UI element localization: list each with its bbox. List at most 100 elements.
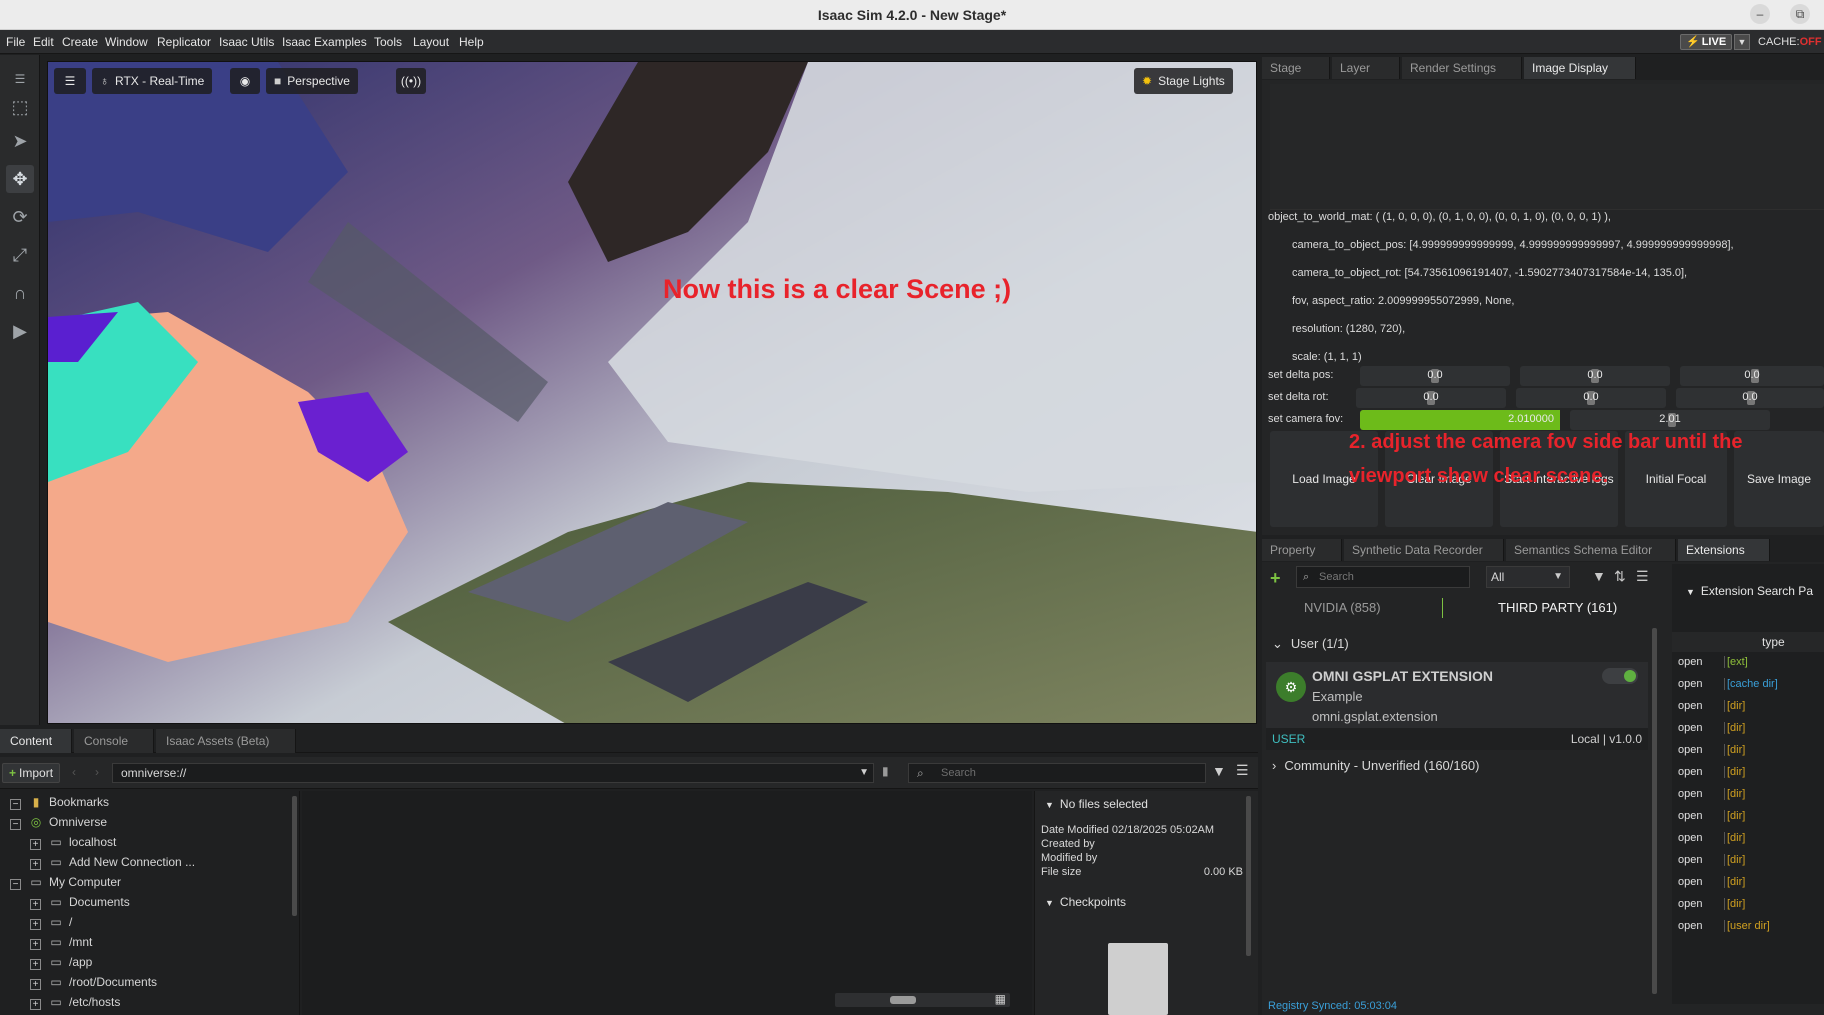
- expand-icon[interactable]: +: [30, 999, 41, 1010]
- snap-magnet-icon[interactable]: ∩: [6, 279, 34, 307]
- tab-synthetic-data-recorder[interactable]: Synthetic Data Recorder: [1344, 539, 1504, 561]
- tree-item-add-connection[interactable]: + ▭ Add New Connection ...: [30, 853, 195, 871]
- open-path-button[interactable]: open: [1678, 656, 1718, 674]
- forward-arrow-icon[interactable]: ›: [95, 765, 99, 779]
- open-path-button[interactable]: open: [1678, 678, 1718, 696]
- open-path-button[interactable]: open: [1678, 722, 1718, 740]
- extensions-scrollbar[interactable]: [1652, 628, 1657, 994]
- tree-scrollbar[interactable]: [292, 796, 297, 916]
- info-scrollbar[interactable]: [1246, 796, 1251, 956]
- expand-icon[interactable]: +: [30, 899, 41, 910]
- scrollbar-thumb[interactable]: [890, 996, 916, 1004]
- expand-icon[interactable]: +: [30, 919, 41, 930]
- delta-pos-y-slider[interactable]: 0.0: [1520, 366, 1670, 386]
- grid-view-icon[interactable]: ▦: [995, 992, 1006, 1006]
- menu-replicator[interactable]: Replicator: [157, 35, 211, 49]
- tree-item-etc-hosts[interactable]: + ▭ /etc/hosts: [30, 993, 120, 1011]
- delta-rot-z-slider[interactable]: 0.0: [1676, 388, 1824, 408]
- camera-button[interactable]: ■ Perspective: [266, 68, 358, 94]
- open-path-button[interactable]: open: [1678, 766, 1718, 784]
- tab-content[interactable]: Content: [0, 729, 72, 753]
- open-path-button[interactable]: open: [1678, 876, 1718, 894]
- open-path-button[interactable]: open: [1678, 898, 1718, 916]
- play-icon[interactable]: ▶: [6, 317, 34, 345]
- move-tool-icon[interactable]: ✥: [6, 165, 34, 193]
- collapse-icon[interactable]: −: [10, 799, 21, 810]
- content-search-input[interactable]: ⌕ Search: [908, 763, 1206, 783]
- collapse-icon[interactable]: −: [10, 879, 21, 890]
- tab-semantics-schema-editor[interactable]: Semantics Schema Editor: [1506, 539, 1676, 561]
- tree-item-root[interactable]: + ▭ /: [30, 913, 72, 931]
- extension-filter-select[interactable]: All ▼: [1486, 566, 1570, 588]
- menu-help[interactable]: Help: [459, 35, 484, 49]
- search-paths-header[interactable]: ▼ Extension Search Pa: [1686, 584, 1813, 598]
- tab-console[interactable]: Console: [74, 729, 154, 753]
- extension-search-input[interactable]: ⌕ Search: [1296, 566, 1470, 588]
- checkpoints-header[interactable]: ▼ Checkpoints: [1045, 895, 1126, 909]
- menu-icon[interactable]: ☰: [1236, 762, 1249, 779]
- maximize-button[interactable]: ⧉: [1790, 4, 1810, 24]
- expand-icon[interactable]: +: [30, 979, 41, 990]
- tree-item-my-computer[interactable]: − ▭ My Computer: [10, 873, 121, 891]
- tree-item-bookmarks[interactable]: − ▮ Bookmarks: [10, 793, 109, 811]
- collapse-arrow-icon[interactable]: ▼: [1045, 898, 1054, 908]
- menu-window[interactable]: Window: [105, 35, 148, 49]
- tree-item-omniverse[interactable]: − ◎ Omniverse: [10, 813, 107, 831]
- menu-layout[interactable]: Layout: [413, 35, 449, 49]
- delta-rot-y-slider[interactable]: 0.0: [1516, 388, 1666, 408]
- expand-icon[interactable]: +: [30, 839, 41, 850]
- select-arrow-icon[interactable]: ➤: [6, 127, 34, 155]
- minimize-button[interactable]: –: [1750, 4, 1770, 24]
- extension-enable-toggle[interactable]: [1602, 668, 1638, 684]
- delta-pos-x-slider[interactable]: 0.0: [1360, 366, 1510, 386]
- open-path-button[interactable]: open: [1678, 788, 1718, 806]
- group-community[interactable]: › Community - Unverified (160/160): [1272, 758, 1479, 773]
- delta-rot-x-slider[interactable]: 0.0: [1356, 388, 1506, 408]
- expand-icon[interactable]: +: [30, 939, 41, 950]
- tab-render-settings[interactable]: Render Settings: [1402, 57, 1522, 79]
- rotate-tool-icon[interactable]: ⟳: [6, 203, 34, 231]
- menu-tools[interactable]: Tools: [374, 35, 402, 49]
- tab-image-display[interactable]: Image Display: [1524, 57, 1636, 79]
- tree-item-documents[interactable]: + ▭ Documents: [30, 893, 130, 911]
- path-dropdown-icon[interactable]: ▼: [859, 764, 869, 782]
- select-mode-icon[interactable]: ⬚: [6, 93, 34, 121]
- expand-icon[interactable]: +: [30, 959, 41, 970]
- tree-item-root-documents[interactable]: + ▭ /root/Documents: [30, 973, 157, 991]
- tab-property[interactable]: Property: [1262, 539, 1342, 561]
- menu-edit[interactable]: Edit: [33, 35, 54, 49]
- open-path-button[interactable]: open: [1678, 700, 1718, 718]
- open-path-button[interactable]: open: [1678, 744, 1718, 762]
- visibility-button[interactable]: ◉: [230, 68, 260, 94]
- open-path-button[interactable]: open: [1678, 832, 1718, 850]
- add-extension-icon[interactable]: +: [1270, 568, 1281, 589]
- tree-item-mnt[interactable]: + ▭ /mnt: [30, 933, 92, 951]
- collapse-icon[interactable]: −: [10, 819, 21, 830]
- source-tab-nvidia[interactable]: NVIDIA (858): [1304, 600, 1381, 615]
- open-path-button[interactable]: open: [1678, 810, 1718, 828]
- open-path-button[interactable]: open: [1678, 920, 1718, 938]
- scale-tool-icon[interactable]: ⤢: [6, 241, 34, 269]
- back-arrow-icon[interactable]: ‹: [72, 765, 76, 779]
- tab-stage[interactable]: Stage: [1262, 57, 1330, 79]
- sort-icon[interactable]: ⇅: [1614, 568, 1626, 585]
- collapse-arrow-icon[interactable]: ▼: [1045, 800, 1054, 810]
- bookmark-icon[interactable]: ▮: [882, 764, 889, 778]
- source-tab-third-party[interactable]: THIRD PARTY (161): [1498, 600, 1617, 615]
- tab-layer[interactable]: Layer: [1332, 57, 1400, 79]
- expand-icon[interactable]: +: [30, 859, 41, 870]
- filter-icon[interactable]: ▼: [1212, 763, 1226, 779]
- extension-card[interactable]: ⚙ OMNI GSPLAT EXTENSION Example omni.gsp…: [1266, 662, 1648, 750]
- menu-isaac-utils[interactable]: Isaac Utils: [219, 35, 274, 49]
- group-user[interactable]: ⌄ User (1/1): [1272, 636, 1349, 652]
- import-button[interactable]: + Import: [2, 763, 61, 783]
- live-dropdown-icon[interactable]: ▼: [1734, 34, 1750, 50]
- file-browser-area[interactable]: [302, 791, 1032, 1015]
- path-input[interactable]: omniverse:// ▼: [112, 763, 874, 783]
- tree-item-app[interactable]: + ▭ /app: [30, 953, 92, 971]
- viewport[interactable]: ☰ ♁ RTX - Real-Time ◉ ■ Perspective ((•)) …: [47, 61, 1257, 724]
- live-button[interactable]: ⚡ LIVE: [1680, 34, 1733, 50]
- menu-isaac-examples[interactable]: Isaac Examples: [282, 35, 367, 49]
- tab-isaac-assets[interactable]: Isaac Assets (Beta): [156, 729, 296, 753]
- horizontal-scrollbar[interactable]: ▦: [835, 992, 1010, 1007]
